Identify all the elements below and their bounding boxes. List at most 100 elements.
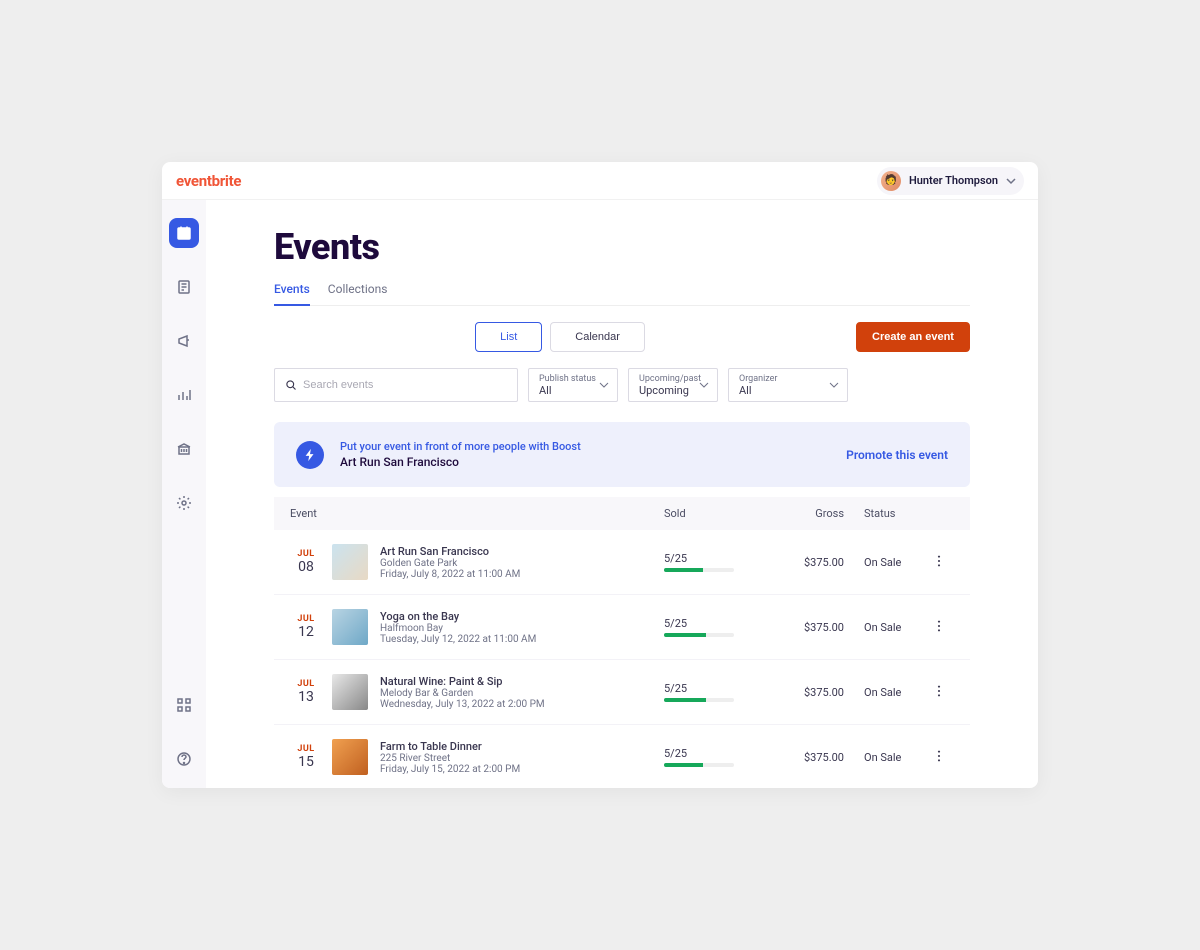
nav-help-icon[interactable] <box>169 744 199 774</box>
event-row[interactable]: JUL 12 Yoga on the Bay Halfmoon Bay Tues… <box>274 595 970 660</box>
dropdown-label: Upcoming/past <box>639 374 707 384</box>
filter-publish-status[interactable]: Publish status All <box>528 368 618 402</box>
more-icon <box>932 749 946 763</box>
nav-finance-icon[interactable] <box>169 434 199 464</box>
event-row[interactable]: JUL 13 Natural Wine: Paint & Sip Melody … <box>274 660 970 725</box>
nav-events-icon[interactable] <box>169 218 199 248</box>
event-day: 15 <box>290 754 322 770</box>
sold-text: 5/25 <box>664 682 764 695</box>
event-location: Golden Gate Park <box>380 558 664 569</box>
view-list-button[interactable]: List <box>475 322 542 352</box>
event-datetime: Tuesday, July 12, 2022 at 11:00 AM <box>380 634 664 645</box>
event-title: Natural Wine: Paint & Sip <box>380 675 664 688</box>
more-icon <box>932 554 946 568</box>
dropdown-value: All <box>739 384 837 397</box>
event-row[interactable]: JUL 15 Farm to Table Dinner 225 River St… <box>274 725 970 788</box>
boost-title: Put your event in front of more people w… <box>340 440 830 453</box>
promote-event-link[interactable]: Promote this event <box>846 448 948 462</box>
event-day: 12 <box>290 624 322 640</box>
nav-apps-icon[interactable] <box>169 690 199 720</box>
event-info: Art Run San Francisco Golden Gate Park F… <box>380 545 664 580</box>
more-icon <box>932 619 946 633</box>
dropdown-label: Organizer <box>739 374 837 384</box>
event-status: On Sale <box>844 751 924 764</box>
avatar: 🧑 <box>881 171 901 191</box>
progress-bar <box>664 633 734 637</box>
sold-text: 5/25 <box>664 617 764 630</box>
nav-orders-icon[interactable] <box>169 272 199 302</box>
filters: Publish status All Upcoming/past Upcomin… <box>274 368 970 402</box>
event-gross: $375.00 <box>764 621 844 634</box>
event-thumbnail <box>332 609 368 645</box>
more-icon <box>932 684 946 698</box>
view-calendar-button[interactable]: Calendar <box>550 322 645 352</box>
event-info: Yoga on the Bay Halfmoon Bay Tuesday, Ju… <box>380 610 664 645</box>
chevron-down-icon <box>599 380 609 390</box>
event-datetime: Friday, July 15, 2022 at 2:00 PM <box>380 764 664 775</box>
search-box[interactable] <box>274 368 518 402</box>
event-thumbnail <box>332 739 368 775</box>
chevron-down-icon <box>829 380 839 390</box>
event-thumbnail <box>332 544 368 580</box>
col-gross: Gross <box>764 507 844 520</box>
nav-marketing-icon[interactable] <box>169 326 199 356</box>
event-thumbnail <box>332 674 368 710</box>
event-location: Melody Bar & Garden <box>380 688 664 699</box>
nav-reports-icon[interactable] <box>169 380 199 410</box>
dropdown-value: All <box>539 384 607 397</box>
event-title: Art Run San Francisco <box>380 545 664 558</box>
event-status: On Sale <box>844 556 924 569</box>
tab-collections[interactable]: Collections <box>328 282 388 305</box>
row-menu-button[interactable] <box>924 748 954 767</box>
chevron-down-icon <box>1006 176 1016 186</box>
event-sold: 5/25 <box>664 747 764 767</box>
boost-event-name: Art Run San Francisco <box>340 455 830 469</box>
brand-logo[interactable]: eventbrite <box>176 172 241 190</box>
create-event-button[interactable]: Create an event <box>856 322 970 352</box>
event-sold: 5/25 <box>664 552 764 572</box>
event-gross: $375.00 <box>764 751 844 764</box>
col-sold: Sold <box>664 507 764 520</box>
row-menu-button[interactable] <box>924 618 954 637</box>
progress-bar <box>664 568 734 572</box>
event-date: JUL 08 <box>290 549 322 575</box>
boost-banner: Put your event in front of more people w… <box>274 422 970 487</box>
event-day: 13 <box>290 689 322 705</box>
event-datetime: Wednesday, July 13, 2022 at 2:00 PM <box>380 699 664 710</box>
row-menu-button[interactable] <box>924 553 954 572</box>
event-location: Halfmoon Bay <box>380 623 664 634</box>
event-info: Farm to Table Dinner 225 River Street Fr… <box>380 740 664 775</box>
event-month: JUL <box>290 679 322 689</box>
event-gross: $375.00 <box>764 686 844 699</box>
search-icon <box>285 379 297 391</box>
event-title: Yoga on the Bay <box>380 610 664 623</box>
event-info: Natural Wine: Paint & Sip Melody Bar & G… <box>380 675 664 710</box>
main-content: Events Events Collections List Calendar … <box>206 200 1038 788</box>
event-sold: 5/25 <box>664 682 764 702</box>
event-sold: 5/25 <box>664 617 764 637</box>
progress-bar <box>664 698 734 702</box>
event-month: JUL <box>290 549 322 559</box>
event-date: JUL 12 <box>290 614 322 640</box>
event-status: On Sale <box>844 686 924 699</box>
sidebar <box>162 200 206 788</box>
filter-time[interactable]: Upcoming/past Upcoming <box>628 368 718 402</box>
event-date: JUL 13 <box>290 679 322 705</box>
boost-text: Put your event in front of more people w… <box>340 440 830 469</box>
bolt-icon <box>296 441 324 469</box>
event-datetime: Friday, July 8, 2022 at 11:00 AM <box>380 569 664 580</box>
event-status: On Sale <box>844 621 924 634</box>
table-header: Event Sold Gross Status <box>274 497 970 530</box>
event-row[interactable]: JUL 08 Art Run San Francisco Golden Gate… <box>274 530 970 595</box>
tabs: Events Collections <box>274 282 970 306</box>
filter-organizer[interactable]: Organizer All <box>728 368 848 402</box>
search-input[interactable] <box>303 379 507 391</box>
progress-bar <box>664 763 734 767</box>
user-menu[interactable]: 🧑 Hunter Thompson <box>877 167 1024 195</box>
tab-events[interactable]: Events <box>274 282 310 306</box>
row-menu-button[interactable] <box>924 683 954 702</box>
sold-text: 5/25 <box>664 747 764 760</box>
col-event: Event <box>290 507 664 520</box>
nav-settings-icon[interactable] <box>169 488 199 518</box>
user-name: Hunter Thompson <box>909 174 998 187</box>
